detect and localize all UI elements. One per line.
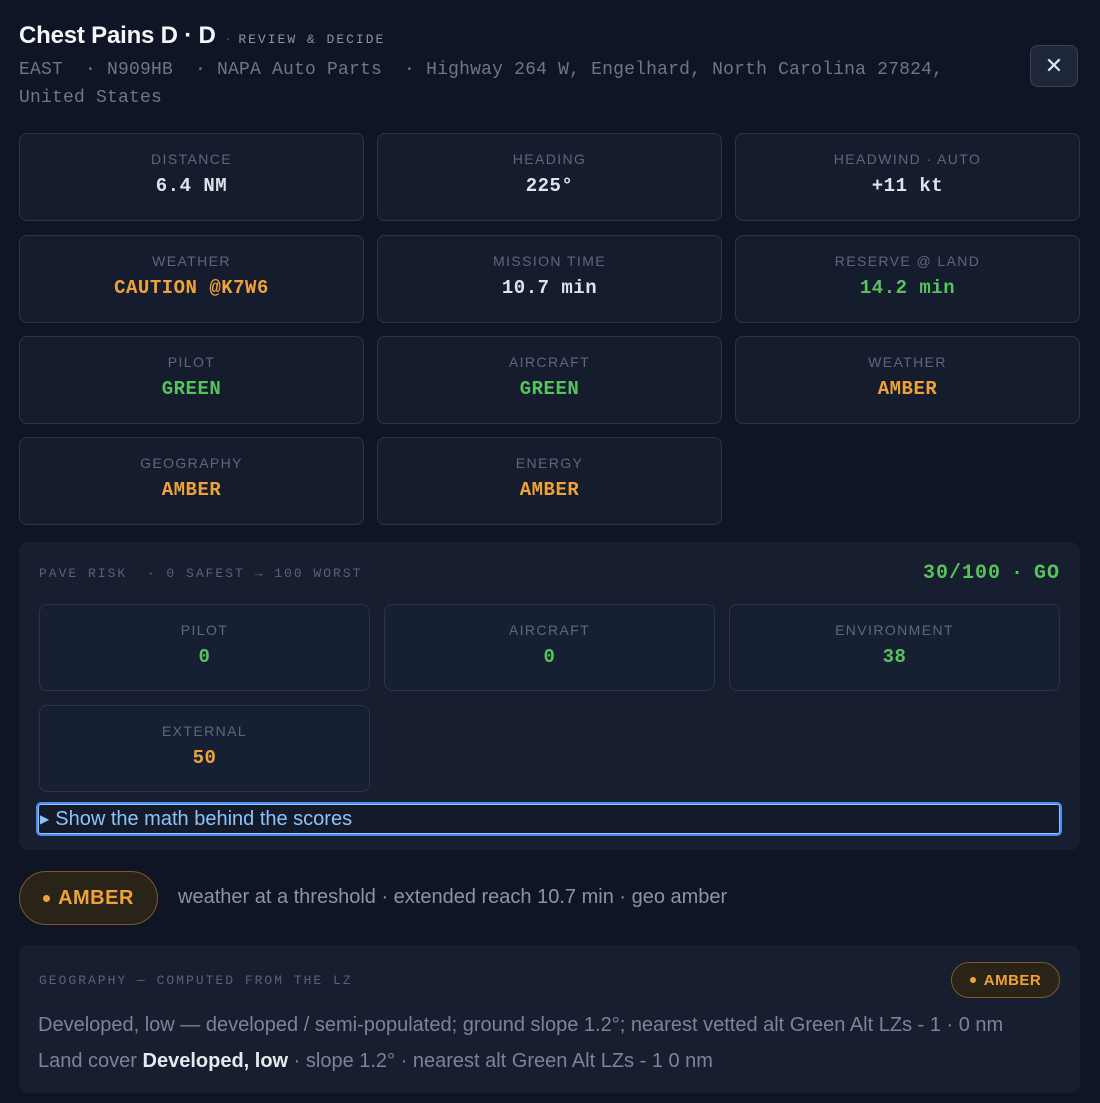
metric-card: RESERVE @ LAND 14.2 min [735,235,1080,323]
geography-land-cover: Developed, low [142,1050,289,1072]
metric-value: 225° [525,175,574,197]
show-math-label: Show the math behind the scores [55,807,353,830]
geography-summary: Land cover Developed, low · slope 1.2° ·… [38,1050,713,1073]
metric-card: WEATHER CAUTION @K7W6 [19,235,364,323]
metric-card: HEADING 225° [377,133,722,221]
metric-label: ENERGY [515,455,584,471]
decision-badge: AMBER [19,871,158,925]
decision-badge-label: AMBER [58,886,134,909]
pave-card-label: EXTERNAL [161,723,248,739]
pave-card: AIRCRAFT 0 [384,604,715,691]
pave-score-value: 30/100 [922,562,1001,585]
geography-badge: AMBER [951,962,1060,998]
decision-bullet-icon [43,894,51,902]
metric-value: GREEN [161,378,222,400]
metric-value: +11 kt [871,175,944,197]
pave-card: PILOT 0 [39,604,370,691]
title-separator: · [225,30,231,46]
metric-card: PILOT GREEN [19,336,364,424]
pave-card-value: 0 [198,646,211,668]
metric-value: 14.2 min [859,277,956,299]
metric-card: AIRCRAFT GREEN [377,336,722,424]
pave-verdict: GO [1033,562,1060,585]
metric-label: HEADING [512,151,587,167]
metric-label: RESERVE @ LAND [834,253,981,269]
metric-card: GEOGRAPHY AMBER [19,437,364,525]
metric-label: GEOGRAPHY [140,455,243,471]
metric-label: HEADWIND · AUTO [833,151,982,167]
metric-card: ENERGY AMBER [377,437,722,525]
metric-value: AMBER [519,479,580,501]
metric-label: PILOT [167,354,216,370]
mission-meta-line1: EAST · N909HB · NAPA Auto Parts · Highwa… [19,60,944,80]
pave-risk-label: PAVE RISK · 0 SAFEST → 100 WORST [39,566,363,581]
pave-score-sep: · [1010,562,1024,585]
page-title: Chest Pains D · D [19,22,216,49]
geography-summary-prefix: Land cover [38,1050,143,1072]
metric-value: 6.4 NM [155,175,228,197]
pave-card-label: PILOT [180,622,229,638]
pave-card-value: 50 [192,747,217,769]
geography-bullet-icon [969,977,976,983]
geography-badge-label: AMBER [983,971,1042,989]
geography-detail: Developed, low — developed / semi-popula… [38,1014,1004,1036]
geography-label: GEOGRAPHY — COMPUTED FROM THE LZ [39,973,353,988]
metric-value: AMBER [877,378,938,400]
metric-card: WEATHER AMBER [735,336,1080,424]
mission-meta-line2: United States [19,88,163,108]
metric-label: AIRCRAFT [508,354,591,370]
close-button[interactable]: ✕ [1030,45,1078,87]
metric-value: GREEN [519,378,580,400]
pave-score: 30/100 · GO [923,562,1060,585]
close-icon: ✕ [1044,53,1064,78]
metric-label: DISTANCE [151,151,232,167]
metric-value: AMBER [161,479,222,501]
disclosure-triangle-icon: ▶ [40,812,50,826]
pave-card: EXTERNAL 50 [39,705,370,792]
metric-value: 10.7 min [501,277,598,299]
header: Chest Pains D · D · REVIEW & DECIDE EAST… [19,22,994,112]
pave-card-label: AIRCRAFT [508,622,591,638]
metric-card: MISSION TIME 10.7 min [377,235,722,323]
metric-label: WEATHER [868,354,947,370]
metric-label: WEATHER [152,253,231,269]
pave-card-label: ENVIRONMENT [835,622,954,638]
pave-card-value: 0 [543,646,556,668]
metric-card: DISTANCE 6.4 NM [19,133,364,221]
show-math-toggle[interactable]: ▶ Show the math behind the scores [36,802,1062,836]
metric-label: MISSION TIME [493,253,606,269]
pave-card: ENVIRONMENT 38 [729,604,1060,691]
page-subtitle: REVIEW & DECIDE [238,32,386,47]
mission-meta: EAST · N909HB · NAPA Auto Parts · Highwa… [19,56,994,112]
title-row: Chest Pains D · D · REVIEW & DECIDE [19,22,994,50]
geography-summary-suffix: · slope 1.2° · nearest alt Green Alt LZs… [288,1050,713,1072]
decision-reason: weather at a threshold · extended reach … [178,886,728,908]
metric-value: CAUTION @K7W6 [114,277,269,299]
metric-card: HEADWIND · AUTO +11 kt [735,133,1080,221]
pave-card-value: 38 [882,646,907,668]
